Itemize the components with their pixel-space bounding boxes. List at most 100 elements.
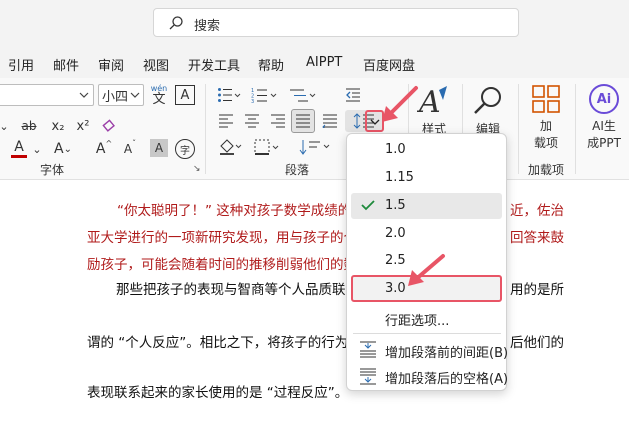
chevron-down-icon[interactable]: ⌄ bbox=[0, 116, 9, 136]
group-separator bbox=[575, 84, 576, 174]
font-size-value: 小四 bbox=[102, 89, 129, 105]
font-dialog-launcher-icon[interactable]: ↘ bbox=[193, 164, 201, 174]
align-right-icon bbox=[271, 114, 285, 128]
group-separator bbox=[205, 84, 206, 174]
doc-line-3: 励孩子，可能会随着时间的推移削弱他们的数 bbox=[87, 257, 357, 273]
doc-line-6: 表现联系起来的家长使用的是 “过程反应”。 bbox=[87, 385, 349, 401]
grow-font-label: A bbox=[95, 141, 106, 157]
search-box[interactable]: 搜索 bbox=[153, 8, 519, 37]
character-border-label: A bbox=[180, 87, 190, 103]
menu-bar: 引用 邮件 审阅 视图 开发工具 帮助 AIPPT 百度网盘 bbox=[0, 48, 629, 78]
line-spacing-option-3-0[interactable]: 3.0 bbox=[351, 275, 502, 302]
distributed-icon bbox=[322, 114, 337, 128]
search-placeholder: 搜索 bbox=[194, 19, 221, 34]
decrease-indent-button[interactable] bbox=[343, 84, 363, 106]
title-bar: 搜索 bbox=[0, 0, 629, 48]
tab-aippt[interactable]: AIPPT bbox=[306, 55, 342, 70]
line-spacing-option-1-0[interactable]: 1.0 bbox=[351, 137, 502, 163]
document-body[interactable]: “你太聪明了！” 这种对孩子数学成绩的 近，佐治 亚大学进行的一项新研究发现，用… bbox=[0, 181, 629, 434]
ai-badge-text: Ai bbox=[596, 91, 612, 107]
option-label: 2.0 bbox=[385, 226, 406, 241]
tab-references[interactable]: 引用 bbox=[8, 55, 34, 74]
menu-separator bbox=[353, 333, 501, 334]
text-effect-button[interactable]: A ⌄ bbox=[52, 139, 74, 159]
ai-ppt-label-line1: AI生 bbox=[592, 119, 616, 133]
chevron-down-icon[interactable]: ⌄ bbox=[32, 139, 41, 159]
styles-button[interactable]: A 样式 bbox=[414, 82, 454, 138]
doc-line-1-fragment: 近，佐治 bbox=[510, 203, 564, 219]
align-left-button[interactable] bbox=[216, 110, 236, 132]
strikethrough-label: ab bbox=[21, 119, 37, 133]
shrink-font-button[interactable]: Aˇ bbox=[120, 139, 140, 159]
styles-icon: A bbox=[417, 85, 447, 118]
character-border-button[interactable]: A bbox=[175, 85, 195, 105]
magnifier-icon bbox=[474, 86, 501, 114]
doc-line-1: “你太聪明了！” 这种对孩子数学成绩的 bbox=[117, 203, 352, 219]
subscript-button[interactable]: x₂ bbox=[48, 116, 68, 136]
tab-view[interactable]: 视图 bbox=[143, 55, 169, 74]
align-center-button[interactable] bbox=[242, 110, 262, 132]
ribbon: 小四 wén 文 A ⌄ ab x₂ x² A ⌄ A ⌄ A ^ Aˇ A 字 字… bbox=[0, 78, 629, 180]
tab-review[interactable]: 审阅 bbox=[98, 55, 124, 74]
font-color-button[interactable]: A bbox=[6, 139, 32, 159]
space-after-icon bbox=[360, 368, 376, 385]
align-center-icon bbox=[245, 114, 259, 128]
justify-button[interactable] bbox=[291, 109, 315, 133]
tab-mailings[interactable]: 邮件 bbox=[53, 55, 79, 74]
option-label: 行距选项... bbox=[385, 314, 450, 329]
borders-icon bbox=[254, 139, 279, 155]
add-space-after-paragraph[interactable]: 增加段落后的空格(A) bbox=[351, 363, 508, 389]
bullet-list-icon bbox=[218, 88, 241, 102]
clear-formatting-button[interactable] bbox=[100, 116, 120, 136]
align-left-icon bbox=[219, 114, 233, 128]
line-spacing-option-1-5[interactable]: 1.5 bbox=[351, 193, 502, 219]
line-spacing-option-2-5[interactable]: 2.5 bbox=[351, 248, 502, 274]
character-shading-button[interactable]: A bbox=[150, 139, 168, 157]
tab-baidu-netdisk[interactable]: 百度网盘 bbox=[363, 55, 415, 74]
option-label: 1.0 bbox=[385, 142, 406, 157]
superscript-button[interactable]: x² bbox=[73, 116, 93, 136]
line-spacing-options-link[interactable]: 行距选项... bbox=[351, 305, 502, 331]
superscript-label: x² bbox=[76, 118, 90, 134]
line-spacing-option-1-15[interactable]: 1.15 bbox=[351, 165, 502, 191]
addins-label-line2: 载项 bbox=[533, 136, 558, 150]
doc-line-2-fragment: 回答来鼓 bbox=[510, 230, 564, 246]
sort-button[interactable] bbox=[296, 136, 332, 158]
font-color-label: A bbox=[14, 139, 24, 155]
sort-icon bbox=[299, 140, 330, 155]
doc-line-2: 亚大学进行的一项新研究发现，用与孩子的个 bbox=[87, 230, 357, 246]
line-spacing-menu: 1.0 1.15 1.5 2.0 2.5 3.0 行距选项... 增加段落前的间… bbox=[346, 133, 508, 391]
distributed-button[interactable] bbox=[320, 110, 340, 132]
phonetic-guide-button[interactable]: wén 文 bbox=[149, 82, 169, 108]
grow-font-button[interactable]: A ^ bbox=[94, 139, 114, 159]
add-space-before-paragraph[interactable]: 增加段落前的间距(B) bbox=[351, 337, 508, 363]
borders-button[interactable] bbox=[252, 136, 282, 158]
doc-line-5: 谓的 “个人反应”。相比之下，将孩子的行为 bbox=[87, 335, 349, 351]
tab-developer[interactable]: 开发工具 bbox=[188, 55, 240, 74]
shading-button[interactable] bbox=[216, 136, 244, 158]
tab-help[interactable]: 帮助 bbox=[258, 55, 284, 74]
checkmark-icon bbox=[361, 200, 375, 211]
ai-ppt-button[interactable]: Ai AI生 成PPT bbox=[582, 84, 626, 154]
chevron-down-icon bbox=[130, 92, 140, 98]
align-right-button[interactable] bbox=[268, 110, 288, 132]
line-spacing-option-2-0[interactable]: 2.0 bbox=[351, 221, 502, 247]
editing-button[interactable]: 编辑 bbox=[468, 82, 508, 138]
bullets-button[interactable] bbox=[215, 84, 243, 106]
text-effect-label: A bbox=[54, 141, 64, 157]
option-label: 1.5 bbox=[385, 198, 406, 213]
numbering-button[interactable]: 123 bbox=[249, 84, 279, 106]
phonetic-char: 文 bbox=[152, 91, 166, 107]
enclose-characters-button[interactable]: 字 bbox=[175, 139, 195, 159]
group-label-paragraph: 段落 bbox=[285, 163, 310, 177]
group-label-font: 字体 bbox=[40, 163, 65, 177]
addins-button[interactable]: 加 载项 bbox=[525, 84, 567, 154]
font-size-dropdown[interactable]: 小四 bbox=[98, 84, 144, 106]
enclose-characters-label: 字 bbox=[180, 145, 190, 157]
line-spacing-dropdown-highlight[interactable] bbox=[365, 110, 384, 132]
strikethrough-button[interactable]: ab bbox=[16, 116, 42, 136]
font-name-dropdown[interactable] bbox=[0, 84, 94, 106]
multilevel-list-button[interactable] bbox=[285, 84, 319, 106]
justify-icon bbox=[296, 114, 310, 128]
option-label: 2.5 bbox=[385, 253, 406, 268]
